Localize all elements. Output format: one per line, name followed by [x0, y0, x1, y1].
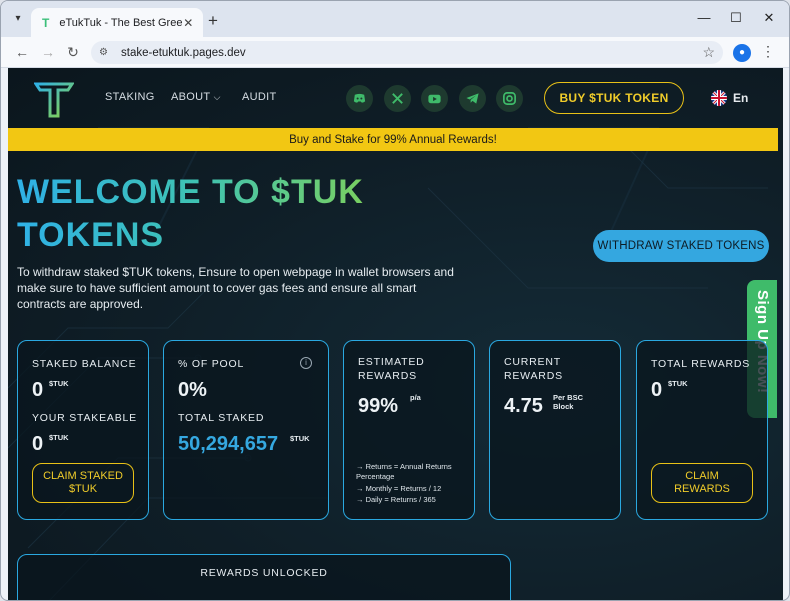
close-tab-icon[interactable]: ✕ [182, 16, 195, 30]
browser-window: ▾ T eTukTuk - The Best Green Crypto ✕ + … [0, 0, 790, 601]
language-selector[interactable]: En [711, 90, 748, 106]
claim-rewards-button[interactable]: CLAIM REWARDS [651, 463, 753, 503]
rewards-unlocked-label: REWARDS UNLOCKED [200, 567, 328, 579]
reload-icon[interactable]: ↻ [64, 43, 82, 61]
bookmark-star-icon[interactable]: ☆ [702, 44, 715, 61]
total-rewards-label: TOTAL REWARDS [651, 358, 751, 370]
promo-banner-text: Buy and Stake for 99% Annual Rewards! [289, 133, 497, 146]
new-tab-icon[interactable]: + [205, 12, 221, 29]
total-staked-value: 50,294,657 [178, 433, 279, 455]
total-staked-unit: $TUK [290, 434, 310, 443]
nav-about-link[interactable]: ABOUT ⌵ [171, 91, 221, 103]
hero-description: To withdraw staked $TUK tokens, Ensure t… [17, 265, 454, 311]
url-text[interactable]: stake-etuktuk.pages.dev [121, 47, 246, 59]
current-rewards-unit: Per BSC Block [553, 393, 584, 411]
nav-about-label: ABOUT [171, 91, 211, 103]
staked-balance-unit: $TUK [49, 379, 69, 388]
etuktuk-logo[interactable] [34, 80, 74, 118]
hero-title: WELCOME TO $TUK TOKENS [17, 171, 417, 257]
forward-icon[interactable]: → [39, 43, 57, 61]
buy-tuk-button[interactable]: BUY $TUK TOKEN [544, 82, 684, 114]
promo-banner: Buy and Stake for 99% Annual Rewards! [8, 128, 778, 151]
tab-bar: ▾ T eTukTuk - The Best Green Crypto ✕ + … [1, 1, 789, 37]
claim-staked-button[interactable]: CLAIM STAKED $TUK [32, 463, 134, 503]
browser-toolbar: ← → ↻ ⚙ stake-etuktuk.pages.dev ☆ ● ⋮ [1, 37, 789, 68]
total-rewards-value: 0 [651, 379, 663, 401]
instagram-icon[interactable] [496, 85, 523, 112]
chevron-down-icon: ⌵ [213, 92, 221, 102]
tab-title: eTukTuk - The Best Green Crypto [59, 16, 181, 29]
withdraw-staked-button[interactable]: WITHDRAW STAKED TOKENS [593, 230, 769, 262]
address-bar[interactable]: ⚙ stake-etuktuk.pages.dev ☆ [91, 41, 723, 64]
site-header: STAKING ABOUT ⌵ AUDIT BUY $TUK TOKEN En [8, 68, 783, 128]
current-rewards-card: CURRENT REWARDS 4.75 Per BSC Block [489, 340, 621, 520]
browser-tab[interactable]: T eTukTuk - The Best Green Crypto ✕ [31, 8, 203, 37]
estimated-rewards-value: 99% [358, 395, 399, 417]
rewards-unlocked-panel: REWARDS UNLOCKED [17, 554, 511, 600]
stakeable-value: 0 [32, 433, 44, 455]
site-settings-icon[interactable]: ⚙ [99, 47, 113, 58]
pool-share-card: % OF POOL i 0% TOTAL STAKED 50,294,657 $… [163, 340, 329, 520]
pool-share-label: % OF POOL [178, 358, 245, 370]
note-monthly: → Monthly = Returns / 12 [356, 484, 442, 493]
discord-icon[interactable] [346, 85, 373, 112]
estimated-rewards-unit: p/a [410, 393, 421, 402]
language-label: En [733, 91, 749, 105]
pool-share-value: 0% [178, 379, 207, 401]
staked-balance-card: STAKED BALANCE 0 $TUK YOUR STAKEABLE 0 $… [17, 340, 149, 520]
nav-staking-link[interactable]: STAKING [105, 91, 155, 103]
youtube-icon[interactable] [421, 85, 448, 112]
hero-title-line1: WELCOME TO $TUK [17, 173, 364, 211]
minimize-icon[interactable]: — [697, 10, 711, 25]
current-rewards-value: 4.75 [504, 395, 543, 417]
staked-balance-value: 0 [32, 379, 44, 401]
stakeable-label: YOUR STAKEABLE [32, 412, 137, 424]
menu-kebab-icon[interactable]: ⋮ [761, 43, 775, 60]
current-rewards-label: CURRENT REWARDS [504, 356, 563, 382]
back-icon[interactable]: ← [13, 43, 31, 61]
estimated-rewards-label: ESTIMATED REWARDS [358, 356, 425, 382]
info-icon[interactable]: i [300, 357, 312, 369]
total-rewards-unit: $TUK [668, 379, 688, 388]
favicon-icon: T [42, 15, 50, 30]
note-annual: → Returns = Annual Returns Percentage [356, 462, 452, 481]
staked-balance-label: STAKED BALANCE [32, 358, 137, 370]
telegram-icon[interactable] [459, 85, 486, 112]
close-window-icon[interactable]: ✕ [762, 10, 776, 26]
x-icon[interactable] [384, 85, 411, 112]
maximize-icon[interactable]: ☐ [729, 10, 743, 26]
uk-flag-icon [711, 90, 727, 106]
total-rewards-card: TOTAL REWARDS 0 $TUK CLAIM REWARDS [636, 340, 768, 520]
profile-icon[interactable]: ● [733, 44, 751, 62]
note-daily: → Daily = Returns / 365 [356, 495, 436, 504]
nav-audit-link[interactable]: AUDIT [242, 91, 277, 103]
stakeable-unit: $TUK [49, 433, 69, 442]
hero-title-line2: TOKENS [17, 216, 165, 254]
page-viewport: STAKING ABOUT ⌵ AUDIT BUY $TUK TOKEN En … [8, 68, 783, 600]
estimated-rewards-card: ESTIMATED REWARDS 99% p/a → Returns = An… [343, 340, 475, 520]
tab-search-icon[interactable]: ▾ [11, 12, 25, 26]
total-staked-label: TOTAL STAKED [178, 412, 265, 424]
